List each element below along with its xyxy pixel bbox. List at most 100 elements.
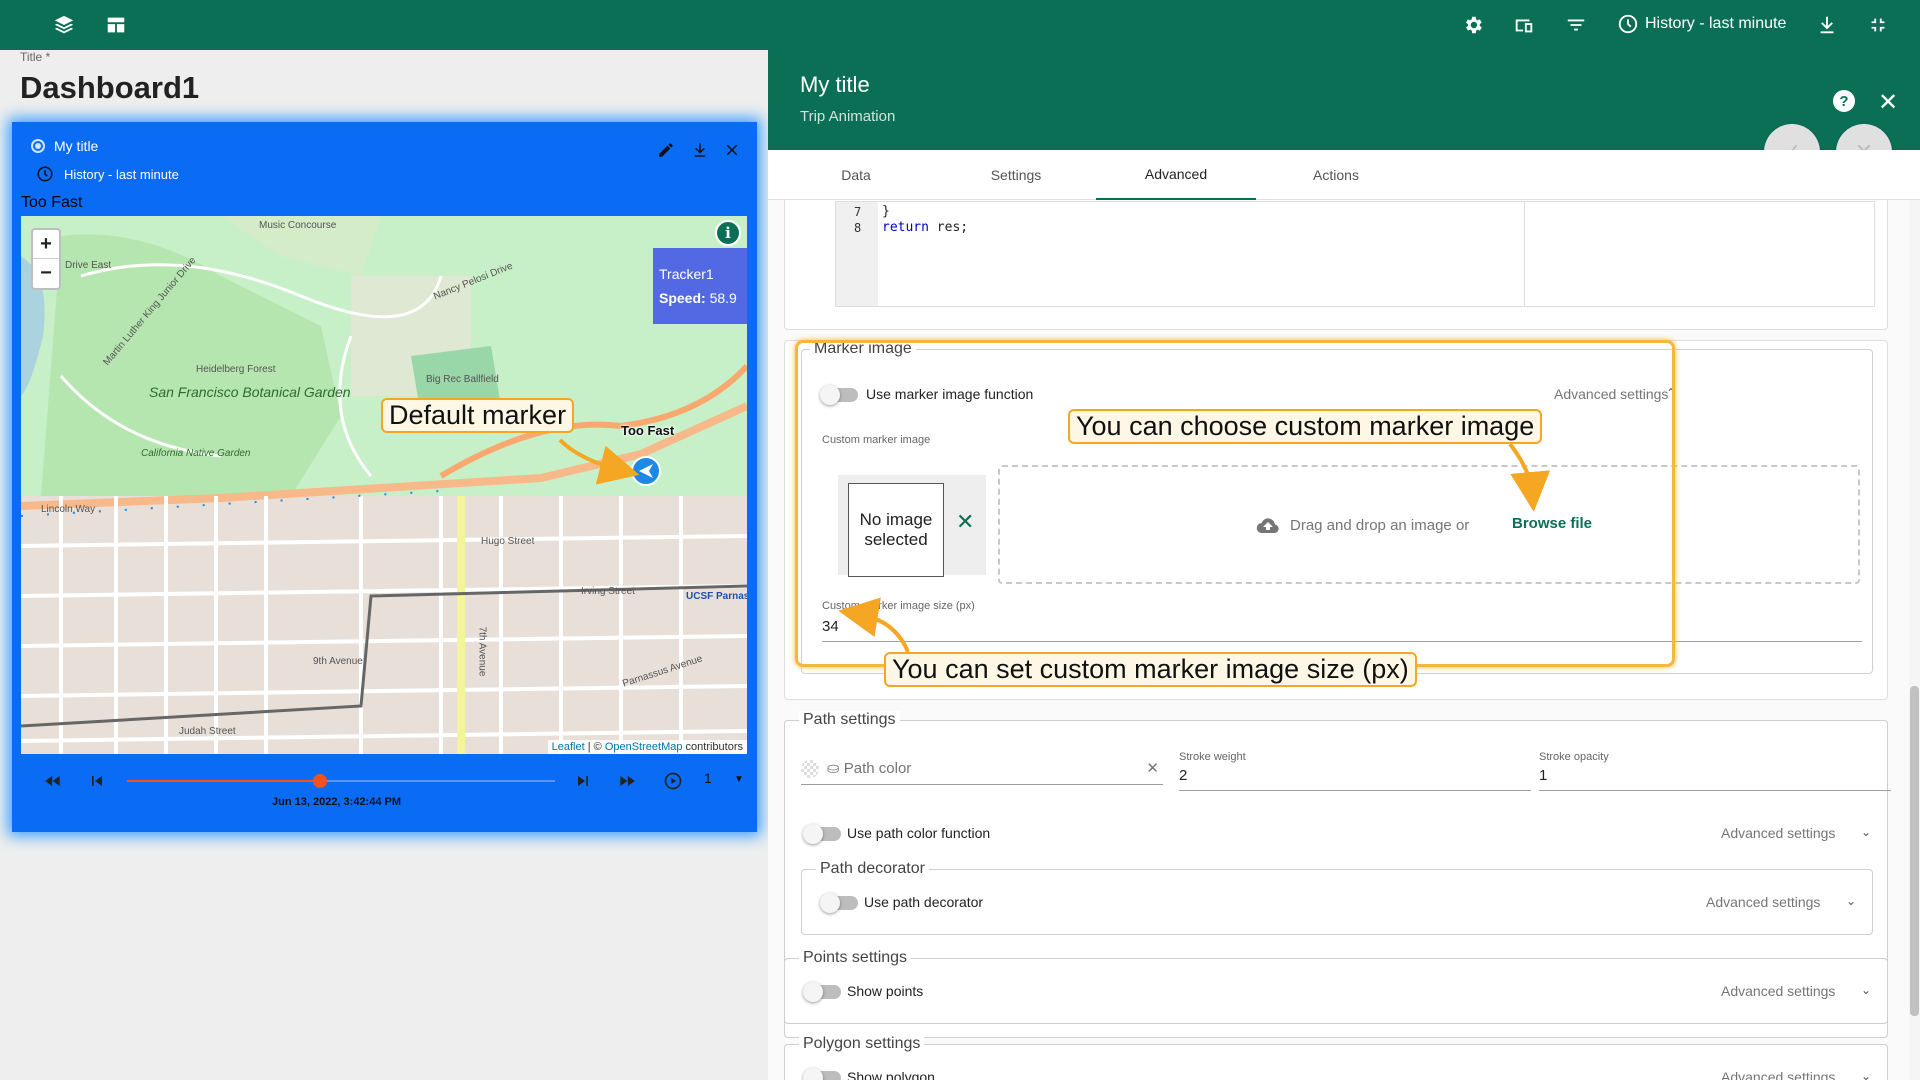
tab-actions[interactable]: Actions	[1256, 150, 1416, 200]
zoom-out-button[interactable]: −	[33, 259, 59, 288]
chevron-down-icon[interactable]: ⌄	[1861, 825, 1871, 839]
dashboard-title-label: Title *	[20, 50, 51, 64]
tab-data[interactable]: Data	[776, 150, 936, 200]
code-rest: res;	[928, 220, 969, 235]
zoom-in-button[interactable]: +	[33, 230, 59, 259]
show-points-label: Show points	[847, 983, 924, 999]
path-decorator-fieldset: Path decorator Use path decorator Advanc…	[801, 860, 1873, 935]
map-label: 9th Avenue	[313, 656, 363, 667]
browse-file-link[interactable]: Browse file	[1512, 515, 1592, 532]
timewindow-button[interactable]: History - last minute	[1617, 13, 1786, 35]
path-color-input[interactable]: ⛀ Path color ✕	[801, 759, 1163, 786]
marker-image-fieldset: Marker image Use marker image function A…	[801, 340, 1873, 674]
advanced-settings-toggle[interactable]: Advanced settings	[1721, 983, 1835, 999]
panel-header: My title Trip Animation ? ✕	[768, 50, 1920, 150]
settings-icon[interactable]	[1461, 13, 1485, 37]
show-polygon-toggle[interactable]	[803, 1068, 841, 1080]
stroke-opacity-label: Stroke opacity	[1539, 751, 1609, 763]
map-label: Lincoln Way	[41, 504, 96, 515]
path-color-function-label: Use path color function	[847, 825, 991, 841]
devices-icon[interactable]	[1512, 13, 1536, 37]
progress-slider[interactable]	[127, 774, 555, 788]
stroke-weight-input[interactable]: 2	[1179, 767, 1531, 791]
close-icon[interactable]: ✕	[1878, 88, 1898, 117]
map-label: Big Rec Ballfield	[426, 374, 499, 385]
filter-icon[interactable]	[1564, 13, 1588, 37]
tooltip-speed: Speed: 58.9	[659, 286, 741, 310]
advanced-settings-toggle[interactable]: Advanced settings	[1554, 386, 1668, 402]
chevron-down-icon[interactable]: ▼	[734, 774, 744, 785]
progress-thumb[interactable]	[312, 774, 327, 788]
chevron-down-icon[interactable]: ⌄	[1861, 1069, 1871, 1080]
widget-timewindow[interactable]: History - last minute	[64, 167, 179, 182]
leaflet-link[interactable]: Leaflet	[552, 741, 585, 753]
dashboard-layout-icon[interactable]	[104, 13, 128, 37]
clear-image-icon[interactable]: ✕	[956, 509, 974, 535]
map-attribution: Leaflet | © OpenStreetMap contributors	[547, 740, 747, 754]
chevron-down-icon[interactable]: ⌄	[1861, 983, 1871, 997]
fullscreen-exit-icon[interactable]	[1866, 13, 1890, 37]
layers-icon[interactable]	[52, 13, 76, 37]
path-decorator-toggle[interactable]	[820, 893, 858, 913]
image-dropzone[interactable]: Drag and drop an image or Browse file	[998, 465, 1860, 584]
cloud-upload-icon	[1256, 518, 1279, 534]
polygon-settings-fieldset: Polygon settings Show polygon Advanced s…	[784, 1035, 1888, 1080]
top-toolbar: History - last minute	[0, 0, 1920, 50]
close-icon[interactable]	[723, 141, 741, 159]
clear-icon[interactable]: ✕	[1146, 759, 1159, 777]
widget-settings-panel: My title Trip Animation ? ✕ ✓ ✕ Data Set…	[768, 50, 1920, 1080]
callout-custom-image: You can choose custom marker image	[1068, 409, 1543, 444]
marker-size-label: Custom marker image size (px)	[822, 600, 975, 612]
map-label: Judah Street	[179, 726, 236, 737]
download-icon[interactable]	[691, 141, 709, 159]
info-icon[interactable]: i	[715, 220, 741, 246]
trip-animation-widget: My title History - last minute Too Fast	[12, 122, 757, 832]
edit-icon[interactable]	[657, 141, 675, 159]
play-circle-icon[interactable]	[662, 770, 684, 792]
dashboard-title[interactable]: Dashboard1	[20, 70, 199, 106]
map-label: 7th Avenue	[476, 626, 488, 677]
marker-image-function-toggle[interactable]	[820, 385, 858, 405]
map-view[interactable]: Music Concourse Nancy Pelosi Drive Marti…	[21, 216, 747, 754]
checker-icon	[801, 760, 819, 779]
osm-link[interactable]: OpenStreetMap	[605, 741, 683, 753]
skip-previous-icon[interactable]	[86, 770, 108, 792]
advanced-settings-toggle[interactable]: Advanced settings	[1706, 894, 1820, 910]
fast-rewind-icon[interactable]	[42, 770, 64, 792]
marker-size-input[interactable]: 34	[822, 618, 1862, 642]
scrollbar-thumb[interactable]	[1910, 686, 1919, 1016]
code-editor[interactable]: 7 8 } return res;	[835, 201, 1875, 307]
chevron-down-icon[interactable]: ⌄	[1846, 894, 1856, 908]
tab-advanced[interactable]: Advanced	[1096, 150, 1256, 200]
line-number: 7	[854, 205, 862, 219]
no-image-placeholder: No image selected	[848, 483, 944, 577]
map-label: California Native Garden	[141, 448, 251, 459]
stroke-opacity-input[interactable]: 1	[1539, 767, 1891, 791]
polygon-settings-legend: Polygon settings	[799, 1035, 925, 1053]
path-color-function-toggle[interactable]	[803, 824, 841, 844]
download-icon[interactable]	[1815, 13, 1839, 37]
fast-forward-icon[interactable]	[616, 770, 638, 792]
help-icon[interactable]: ?	[1833, 90, 1855, 112]
zoom-control: + −	[31, 228, 61, 290]
settings-tabs: Data Settings Advanced Actions	[768, 150, 1920, 200]
panel-subtitle: Trip Animation	[800, 108, 896, 125]
trip-player: 1 ▼ Jun 13, 2022, 3:42:44 PM	[12, 762, 757, 832]
map-label: San Francisco Botanical Garden	[149, 384, 351, 400]
path-decorator-legend: Path decorator	[816, 860, 929, 878]
trip-marker[interactable]	[631, 456, 661, 486]
map-label: Irving Street	[581, 586, 635, 597]
skip-next-icon[interactable]	[572, 770, 594, 792]
tooltip-speed-label: Speed:	[659, 290, 706, 306]
advanced-settings-toggle[interactable]: Advanced settings	[1721, 825, 1835, 841]
advanced-settings-toggle[interactable]: Advanced settings	[1721, 1069, 1835, 1080]
map-label: Music Concourse	[259, 220, 337, 231]
chevron-up-icon[interactable]: ⌃	[1666, 386, 1676, 400]
tab-settings[interactable]: Settings	[936, 150, 1096, 200]
image-preview: No image selected ✕	[838, 475, 986, 577]
panel-scrollbar[interactable]	[1909, 200, 1920, 1080]
speed-select[interactable]: 1	[704, 770, 712, 786]
code-text: } return res;	[882, 204, 968, 236]
show-points-toggle[interactable]	[803, 982, 841, 1002]
code-card: 7 8 } return res;	[784, 200, 1888, 330]
